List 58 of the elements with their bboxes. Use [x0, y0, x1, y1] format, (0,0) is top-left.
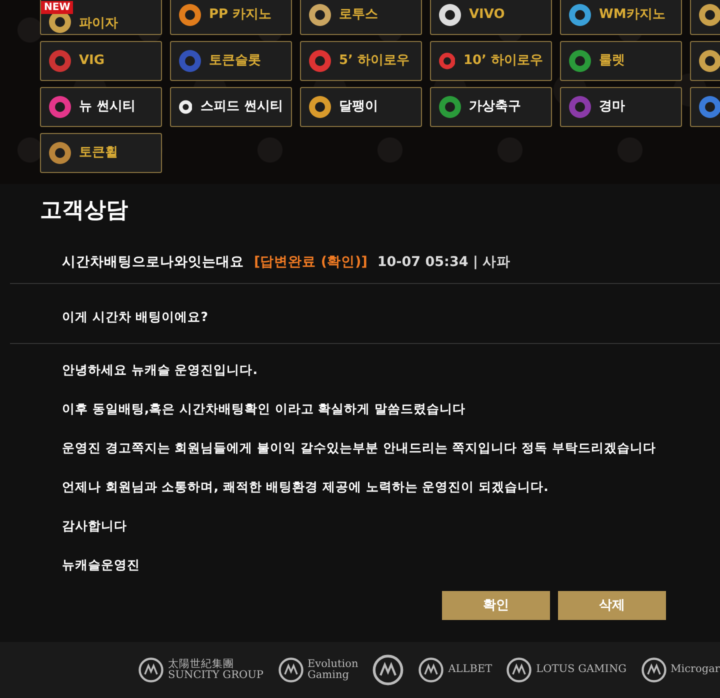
game-logo-icon [569, 4, 591, 26]
partner-name: Gaming [308, 670, 350, 682]
game-button[interactable]: PP 카지노 [170, 0, 292, 35]
partner-logo-icon [418, 657, 444, 683]
game-logo-icon [439, 96, 461, 118]
partner-name: SUNCITY GROUP [168, 670, 264, 682]
game-logo-icon [569, 96, 591, 118]
game-button[interactable]: 5’ 하이로우 [300, 41, 422, 81]
game-logo-icon [699, 50, 720, 72]
game-button[interactable]: 룰렛 [560, 41, 682, 81]
game-logo-icon [179, 4, 201, 26]
answer-text: 운영진 경고쪽지는 회원님들에게 불이익 갈수있는부분 안내드리는 쪽지입니다 정독 부탁드리겠습니다 [62, 439, 657, 458]
game-button[interactable]: 경마 [560, 87, 682, 127]
game-button[interactable]: 가상축구 [430, 87, 552, 127]
partner-logo-icon [640, 657, 667, 683]
game-logo-icon [309, 50, 331, 72]
game-logo-icon [439, 50, 456, 72]
game-logo-icon [699, 96, 720, 118]
inquiry-subject: 시간차배팅으로나와잇는대요 [62, 253, 244, 272]
game-button[interactable]: 달팽이 [300, 87, 422, 127]
page-title: 고객상담 [40, 198, 129, 224]
game-button[interactable]: 뉴 썬시티 [40, 87, 162, 127]
game-logo-icon [699, 4, 720, 26]
answer-text: 안녕하세요 뉴캐슬 운영진입니다. [62, 361, 258, 380]
partner-name: LOTUS GAMING [536, 664, 627, 676]
game-button[interactable]: 파이자 NEW [40, 0, 162, 35]
answer-text: 감사합니다 [62, 517, 128, 536]
game-logo-icon [309, 96, 331, 118]
partner-logo-icon [506, 657, 532, 683]
game-button[interactable]: WM카지노 [560, 0, 682, 35]
partner-name: 太陽世紀集團 [168, 658, 235, 670]
answer-text: 뉴캐슬운영진 [62, 556, 141, 574]
game-button[interactable]: 토큰휠 [40, 133, 162, 173]
status-label: [답변완료 (확인)] [254, 253, 368, 272]
answer-text: 이후 동일배팅,혹은 시간차배팅확인 이라고 확실하게 말씀드렸습니다 [62, 400, 467, 418]
partner-name: Evolution [308, 658, 358, 670]
game-logo-icon [49, 50, 71, 72]
game-logo-icon [179, 50, 201, 72]
inquiry-meta: 10-07 05:34 | 사파 [377, 253, 511, 272]
game-button[interactable]: 로투스 [300, 0, 422, 35]
partner-name: Microgar [670, 664, 720, 676]
game-button[interactable]: 10’ 하이로우 [430, 41, 552, 81]
partner-logo-icon [138, 657, 164, 683]
question-text: 이게 시간차 배팅이에요? [62, 308, 208, 324]
partner-logo-icon [278, 657, 304, 683]
new-badge: NEW [41, 1, 74, 14]
game-button[interactable]: 스피드 썬시티 [170, 87, 292, 127]
partner-logo-icon [372, 654, 404, 686]
answer-text: 언제나 회원님과 소통하며, 쾌적한 배팅환경 제공에 노력하는 운영진이 되겠습니다. [62, 478, 550, 496]
game-logo-icon [49, 142, 71, 164]
game-logo-icon [439, 4, 461, 26]
game-button[interactable]: VIG [40, 41, 162, 81]
game-button[interactable]: VIVO [430, 0, 552, 35]
game-logo-icon [569, 50, 591, 72]
partner-name: ALLBET [448, 664, 492, 676]
game-logo-icon [309, 4, 331, 26]
game-button[interactable]: 토큰슬롯 [170, 41, 292, 81]
game-logo-icon [49, 96, 71, 118]
